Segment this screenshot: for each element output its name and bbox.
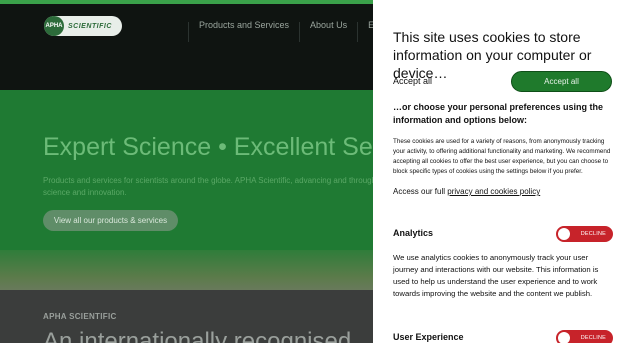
hero-subtitle: Products and services for scientists aro… [43, 176, 377, 197]
toggle-state-text: DECLINE [580, 335, 606, 341]
user-experience-label: User Experience [393, 332, 464, 342]
logo-text: SCIENTIFIC [68, 22, 112, 30]
section-kicker: APHA SCIENTIFIC [43, 312, 117, 321]
nav-about-us[interactable]: About Us [299, 21, 357, 42]
cookie-consent-panel: This site uses cookies to store informat… [373, 0, 620, 343]
section-title: An internationally recognised [43, 328, 352, 343]
policy-access-line: Access our full privacy and cookies poli… [393, 187, 540, 196]
hero-title: Expert Science • Excellent Servi [43, 133, 400, 161]
site-logo[interactable]: APHA SCIENTIFIC [44, 16, 122, 36]
toggle-knob [558, 228, 570, 240]
privacy-cookies-policy-link[interactable]: privacy and cookies policy [447, 187, 540, 196]
toggle-state-text: DECLINE [580, 231, 606, 237]
toggle-knob [558, 332, 570, 343]
analytics-label: Analytics [393, 228, 434, 238]
preferences-heading: …or choose your personal preferences usi… [393, 102, 604, 125]
cookie-description: These cookies are used for a variety of … [393, 138, 611, 175]
view-products-button[interactable]: View all our products & services [43, 210, 178, 231]
policy-access-prefix: Access our full [393, 187, 446, 196]
accept-all-button[interactable]: Accept all [511, 71, 612, 92]
logo-badge: APHA [44, 16, 64, 36]
user-experience-toggle[interactable]: DECLINE [556, 330, 613, 343]
analytics-description: We use analytics cookies to anonymously … [393, 253, 599, 298]
analytics-toggle[interactable]: DECLINE [556, 226, 613, 242]
accept-all-label: Accept all [393, 76, 433, 86]
nav-products-services[interactable]: Products and Services [188, 21, 299, 42]
